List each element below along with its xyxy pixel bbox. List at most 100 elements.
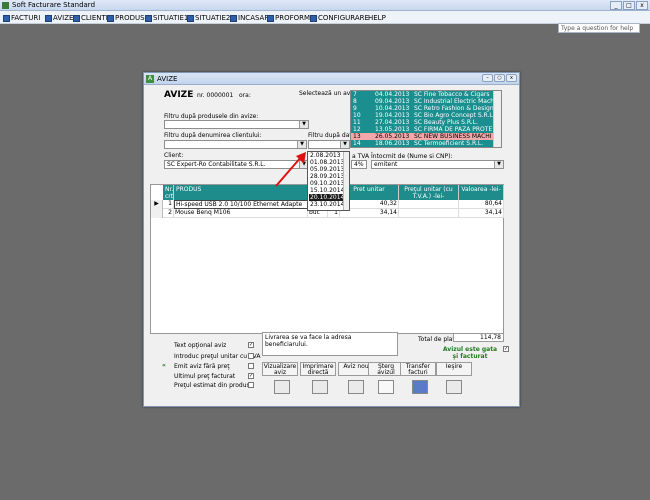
menu-avize[interactable]: AVIZE [45,13,73,23]
menu-label: SITUATIE2 [195,14,231,22]
gata-checkbox[interactable]: ✓ [503,346,509,352]
date-option[interactable]: 2.08.2013 [309,152,345,159]
aviz-date: 10.04.2013 [375,105,410,112]
menu-configurare[interactable]: CONFIGURARE [310,13,369,23]
date-option-highlighted[interactable]: 20.10.2014 [309,194,345,201]
menu-label: PRODUSE [115,14,149,22]
tva-value: 4% [354,161,364,168]
pret-estimat-label: Preţul estimat din produse [174,382,254,389]
aviz-listbox[interactable]: 7 04.04.2013 SC Fine Tobacco & Cigars 8 09.… [350,90,502,148]
avize-icon [45,14,52,22]
menu-situatie1[interactable]: SITUATIE1 [145,13,188,23]
menu-clienti[interactable]: CLIENTI [73,13,108,23]
menu-facturi[interactable]: FACTURI [3,13,40,23]
aviz-client: SC NEW BUSINESS MACHI [414,133,492,140]
transfer-facturi-button[interactable]: Transfer facturi [400,362,436,376]
date-option[interactable]: 05.09.2013 [309,166,345,173]
maximize-button[interactable]: □ [623,1,635,10]
printer-icon[interactable] [312,380,328,394]
red-arrow-annotation [275,152,306,187]
aviz-date: 09.04.2013 [375,98,410,105]
tva-combo[interactable]: 4% [351,160,367,169]
date-option[interactable]: 28.09.2013 [309,173,345,180]
menu-proforme[interactable]: PROFORME [267,13,314,23]
help-search-input[interactable]: Type a question for help [558,23,640,33]
chevron-down-icon[interactable]: ▼ [299,121,308,128]
list-item[interactable]: 12 13.05.2013 SC FIRMA DE PAZA PROTE [351,126,494,133]
date-dropdown-scrollbar[interactable] [343,152,349,210]
imprimare-button[interactable]: Imprimare directă [300,362,336,376]
window-close-button[interactable]: x [506,74,517,82]
avize-window: A AVIZE – ○ x AVIZE nr. 0000001 ora: Sel… [143,72,520,407]
client-value: SC Expert-Ro Contabilitate S.R.L. [167,161,266,168]
list-item[interactable]: 9 10.04.2013 SC Retro Fashion & Design [351,105,494,112]
window-titlebar: A AVIZE – ○ x [144,73,519,85]
intocmit-combo[interactable]: emitent ▼ [371,160,504,169]
menu-situatie2[interactable]: SITUATIE2 [187,13,230,23]
list-item[interactable]: 14 18.06.2013 SC Termoeficient S.R.L. [351,140,494,147]
app-icon [2,2,9,9]
close-button[interactable]: x [636,1,648,10]
text-optional-checkbox[interactable]: ✓ [248,342,254,348]
menu-produse[interactable]: PRODUSE [107,13,149,23]
fara-pret-checkbox[interactable] [248,363,254,369]
list-item[interactable]: 10 19.04.2013 SC Bio Agro Concept S.R.L. [351,112,495,119]
row-selector[interactable] [151,209,163,218]
row-valoare: 34,14 [459,209,504,218]
row-valoare: 80,64 [459,200,504,209]
date-option[interactable]: 15.10.2014 [309,187,345,194]
aviz-date: 26.05.2013 [375,133,410,140]
pret-tva-checkbox[interactable] [248,353,254,359]
note-textarea[interactable]: Livrarea se va face la adresa beneficiar… [262,332,398,356]
chevron-down-icon[interactable]: ▼ [494,161,503,168]
app-title: Soft Facturare Standard [12,1,96,9]
menu-label: AVIZE [53,14,74,22]
transfer-icon[interactable] [412,380,428,394]
window-restore-button[interactable]: ○ [494,74,505,82]
aviz-nr: 14 [353,140,361,147]
filter-products-combo[interactable]: ▼ [164,120,309,129]
menu-incasari[interactable]: INCASARI [230,13,271,23]
filter-products-label: Filtru după produsele din avize: [164,113,259,120]
facturi-icon [3,14,10,22]
fara-pret-label: Emit aviz fără preţ [174,363,230,370]
row-selector[interactable]: ▶ [151,200,163,209]
date-option[interactable]: 01.08.2013 [309,159,345,166]
row-pret-tva[interactable] [399,200,459,209]
date-option[interactable]: 23.10.2014 [309,201,345,208]
filter-client-combo[interactable]: ▼ [164,140,307,149]
row-pret-tva[interactable] [399,209,459,218]
chevron-down-icon[interactable]: ▼ [297,141,306,148]
row-produs[interactable]: Mouse Benq M106 [174,209,308,218]
menu-help[interactable]: HELP [368,13,386,23]
ora-label: ora: [239,92,251,99]
date-option[interactable]: 09.10.2013 [309,180,345,187]
list-item[interactable]: 7 04.04.2013 SC Fine Tobacco & Cigars [351,91,494,98]
col-pret-tva-header: Preţul unitar (cu T.V.A.) -lei- [399,185,459,200]
chevron-down-icon[interactable]: ▼ [340,141,349,148]
aviz-list-scrollbar[interactable] [493,91,501,147]
pret-estimat-checkbox[interactable] [248,382,254,388]
filter-date-combo[interactable]: ▼ [308,140,350,149]
select-aviz-label: Selectează un aviz: [299,90,358,97]
window-minimize-button[interactable]: – [482,74,493,82]
minimize-button[interactable]: _ [610,1,622,10]
exit-icon[interactable] [446,380,462,394]
vizualizare-button[interactable]: Vizualizare aviz [262,362,298,376]
delete-icon[interactable] [378,380,394,394]
new-document-icon[interactable] [348,380,364,394]
list-item[interactable]: 8 09.04.2013 SC Industrial Electric Machi [351,98,496,105]
row-produs[interactable]: Hi-speed USB 2.0 10/100 Ethernet Adapte [174,200,308,209]
list-item-selected[interactable]: 13 26.05.2013 SC NEW BUSINESS MACHI [351,133,494,140]
collapse-left-icon[interactable]: « [162,362,166,369]
menu-label: CONFIGURARE [318,14,369,22]
list-item[interactable]: 11 27.04.2013 SC Beauty Plus S.R.L. [351,119,494,126]
iesire-button[interactable]: Ieşire [436,362,472,376]
preview-icon[interactable] [274,380,290,394]
aviz-date: 19.04.2013 [375,112,410,119]
date-dropdown[interactable]: 2.08.2013 01.08.2013 05.09.2013 28.09.20… [307,151,350,211]
aviz-client: SC Industrial Electric Machi [414,98,496,105]
ultimul-pret-checkbox[interactable]: ✓ [248,373,254,379]
sterg-aviz-button[interactable]: Şterg avizul [368,362,404,376]
bottom-panel: Text opţional aviz ✓ Introduc preţul uni… [150,332,516,404]
